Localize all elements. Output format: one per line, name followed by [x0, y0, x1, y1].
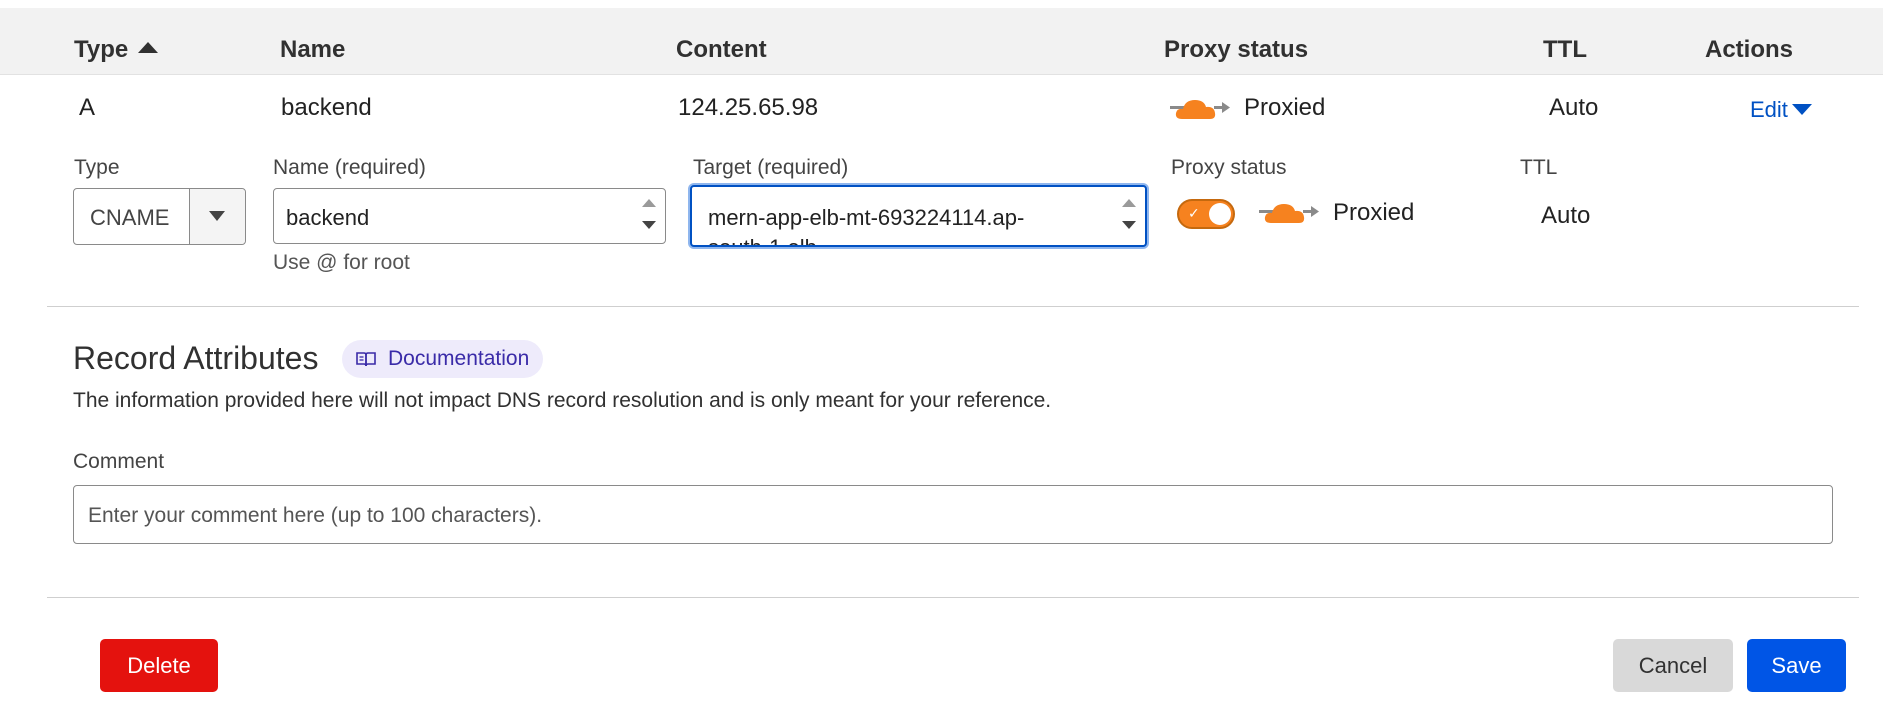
spin-up-icon[interactable]: [642, 199, 656, 207]
divider: [47, 597, 1859, 598]
proxied-cloud-icon: [1259, 204, 1319, 223]
header-type[interactable]: Type: [74, 36, 159, 64]
spin-up-icon[interactable]: [1122, 199, 1136, 207]
header-name: Name: [280, 36, 346, 63]
header-ttl: TTL: [1543, 36, 1587, 63]
name-input[interactable]: backend: [273, 188, 666, 244]
section-title: Record Attributes: [73, 340, 319, 376]
sort-ascending-icon: [138, 42, 159, 53]
chevron-down-icon: [1791, 104, 1812, 115]
caret-down-icon: [209, 211, 225, 221]
spin-down-icon[interactable]: [642, 221, 656, 229]
select-dropdown-button[interactable]: [189, 189, 245, 244]
header-proxy-status: Proxy status: [1164, 36, 1309, 63]
divider: [47, 306, 1859, 307]
record-name: backend: [281, 94, 372, 121]
target-spinner[interactable]: [1119, 195, 1139, 237]
edit-link[interactable]: Edit: [1750, 96, 1812, 124]
proxied-cloud-icon: [1170, 100, 1230, 119]
header-content: Content: [676, 36, 767, 63]
name-hint: Use @ for root: [273, 251, 410, 274]
record-proxy-status: Proxied: [1244, 94, 1326, 121]
record-ttl: Auto: [1549, 94, 1599, 121]
proxy-status-label: Proxy status: [1171, 156, 1287, 179]
type-label: Type: [74, 156, 120, 179]
target-input[interactable]: mern-app-elb-mt-693224114.ap- south-1.el…: [690, 185, 1147, 247]
checkmark-icon: ✓: [1188, 205, 1200, 221]
documentation-link[interactable]: Documentation: [342, 340, 544, 378]
header-actions: Actions: [1705, 36, 1794, 63]
spin-down-icon[interactable]: [1122, 221, 1136, 229]
save-button[interactable]: Save: [1747, 639, 1846, 692]
table-header: Type Name Content Proxy status TTL Actio…: [0, 8, 1883, 75]
comment-label: Comment: [73, 450, 165, 473]
name-label: Name (required): [273, 156, 426, 179]
name-spinner[interactable]: [639, 195, 659, 237]
ttl-label: TTL: [1520, 156, 1558, 179]
target-label: Target (required): [693, 156, 849, 179]
toggle-knob: [1209, 203, 1231, 225]
section-description: The information provided here will not i…: [73, 389, 1052, 412]
proxy-status-value: Proxied: [1333, 199, 1415, 226]
delete-button[interactable]: Delete: [100, 639, 218, 692]
book-icon: [356, 352, 376, 367]
cancel-button[interactable]: Cancel: [1613, 639, 1733, 692]
record-type: A: [79, 94, 96, 121]
ttl-value: Auto: [1541, 202, 1591, 229]
type-select[interactable]: CNAME: [73, 188, 246, 245]
record-content: 124.25.65.98: [678, 94, 819, 121]
comment-input[interactable]: Enter your comment here (up to 100 chara…: [73, 485, 1833, 544]
proxy-toggle[interactable]: ✓: [1177, 199, 1235, 229]
